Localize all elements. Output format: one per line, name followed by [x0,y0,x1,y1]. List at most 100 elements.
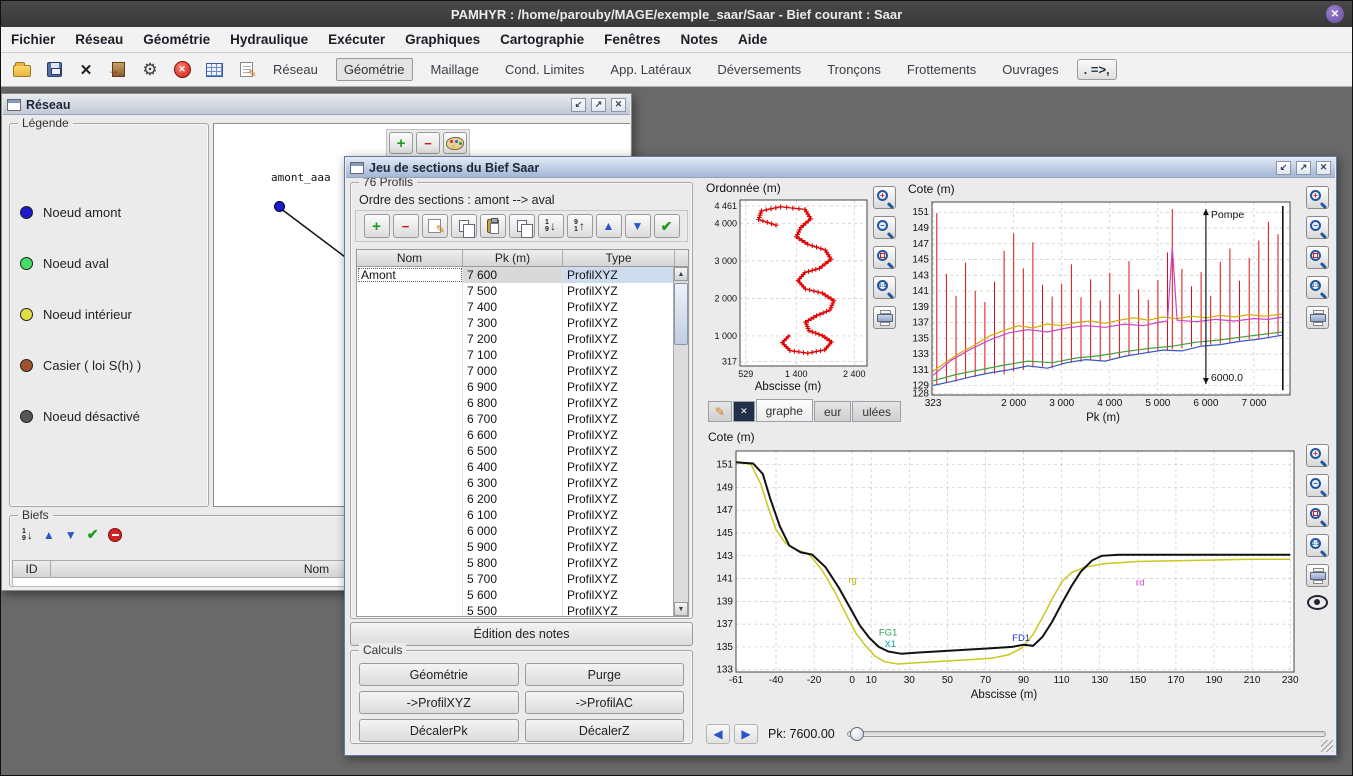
cell-nom[interactable] [357,283,463,299]
results-table-button[interactable] [201,57,227,83]
menu-geometrie[interactable]: Géométrie [143,32,210,47]
menu-fichier[interactable]: Fichier [11,32,55,47]
move-up-button[interactable]: ▲ [596,214,622,238]
cell-pk[interactable]: 6 500 [463,443,563,459]
cell-nom[interactable] [357,507,463,523]
biefs-column-id[interactable]: ID [13,561,51,577]
next-section-button[interactable]: ▶ [734,724,758,744]
cell-pk[interactable]: 7 200 [463,331,563,347]
table-row[interactable]: 6 400ProfilXYZ [357,459,688,475]
sections-restore-button[interactable]: ↙ [1276,161,1291,175]
paste-button[interactable] [480,214,506,238]
edit-profile-button[interactable]: ✎ [422,214,448,238]
table-row[interactable]: 5 500ProfilXYZ [357,603,688,617]
scroll-down-button[interactable]: ▼ [674,602,688,616]
zoom-in-button[interactable]: + [873,186,896,209]
table-row[interactable]: 6 600ProfilXYZ [357,427,688,443]
toolbar-button-geometrie[interactable]: Géométrie [336,58,413,81]
cell-pk[interactable]: 6 400 [463,459,563,475]
cell-pk[interactable]: 5 700 [463,571,563,587]
sections-close-button[interactable]: ✕ [1316,161,1331,175]
tab-ulees[interactable]: ulées [852,401,901,422]
cell-pk[interactable]: 5 900 [463,539,563,555]
table-row[interactable]: 6 100ProfilXYZ [357,507,688,523]
cell-pk[interactable]: 7 500 [463,283,563,299]
table-row[interactable]: 6 500ProfilXYZ [357,443,688,459]
sections-maximize-button[interactable]: ↗ [1296,161,1311,175]
move-down-button[interactable]: ▼ [625,214,651,238]
tab-graphe[interactable]: graphe [756,399,813,422]
close-study-button[interactable]: ✕ [73,57,99,83]
table-row[interactable]: 6 800ProfilXYZ [357,395,688,411]
cell-nom[interactable] [357,363,463,379]
toolbar-button-deversements[interactable]: Déversements [709,58,809,81]
cell-type[interactable]: ProfilXYZ [563,603,675,617]
cell-type[interactable]: ProfilXYZ [563,507,675,523]
zoom-in-button[interactable]: + [1306,186,1329,209]
cell-pk[interactable]: 6 800 [463,395,563,411]
table-row[interactable]: 5 700ProfilXYZ [357,571,688,587]
delete-bief-button[interactable] [108,528,122,542]
scroll-up-button[interactable]: ▲ [674,267,688,281]
save-button[interactable] [41,57,67,83]
cell-pk[interactable]: 6 100 [463,507,563,523]
cell-pk[interactable]: 6 300 [463,475,563,491]
table-row[interactable]: 6 900ProfilXYZ [357,379,688,395]
zoom-out-button[interactable]: − [1306,474,1329,497]
cell-nom[interactable] [357,315,463,331]
pk-slider[interactable] [847,731,1326,737]
table-row[interactable]: 7 400ProfilXYZ [357,299,688,315]
table-scrollbar[interactable]: ▲ ▼ [673,267,688,616]
menu-fenetres[interactable]: Fenêtres [604,32,660,47]
menu-cartographie[interactable]: Cartographie [500,32,584,47]
cell-pk[interactable]: 7 100 [463,347,563,363]
toolbar-button-ouvrages[interactable]: Ouvrages [994,58,1066,81]
cell-type[interactable]: ProfilXYZ [563,459,675,475]
calc-button-decalerpk[interactable]: DécalerPk [359,719,519,742]
copy-button[interactable] [451,214,477,238]
sections-column-type[interactable]: Type [563,250,675,266]
toolbar-overflow-button[interactable]: . =>, [1077,59,1117,80]
print-button[interactable] [1306,306,1329,329]
cell-pk[interactable]: 6 900 [463,379,563,395]
zoom-out-button[interactable]: − [1306,216,1329,239]
table-row[interactable]: 5 600ProfilXYZ [357,587,688,603]
cross-section-chart[interactable]: rgFG1X1FD1rd1511491471451431411391371351… [702,444,1306,688]
menu-graphiques[interactable]: Graphiques [405,32,480,47]
cell-type[interactable]: ProfilXYZ [563,347,675,363]
sort-descending-button[interactable]: 19↓ [538,214,564,238]
cell-pk[interactable]: 7 000 [463,363,563,379]
toolbar-button-troncons[interactable]: Tronçons [819,58,889,81]
cell-nom[interactable] [357,395,463,411]
visibility-toggle-button[interactable] [1306,594,1329,611]
toolbar-button-reseau[interactable]: Réseau [265,58,326,81]
calc-button-geometrie[interactable]: Géométrie [359,663,519,686]
long-profile-chart[interactable]: Pompe6000.015114914714514314113913713513… [902,195,1304,411]
zoom-fit-button[interactable] [1306,246,1329,269]
duplicate-button[interactable] [509,214,535,238]
toolbar-button-maillage[interactable]: Maillage [423,58,487,81]
cell-pk[interactable]: 6 200 [463,491,563,507]
cell-nom[interactable] [357,347,463,363]
cell-nom[interactable] [357,379,463,395]
tab-eur[interactable]: eur [814,401,851,422]
open-button[interactable] [9,57,35,83]
quit-button[interactable] [105,57,131,83]
table-row[interactable]: 6 700ProfilXYZ [357,411,688,427]
edit-view-tab[interactable]: ✎ [708,401,732,422]
cell-type[interactable]: ProfilXYZ [563,363,675,379]
cell-nom[interactable] [357,459,463,475]
table-row[interactable]: Amont7 600ProfilXYZ [357,267,688,283]
cell-pk[interactable]: 7 600 [463,267,563,283]
menu-executer[interactable]: Exécuter [328,32,385,47]
cell-type[interactable]: ProfilXYZ [563,427,675,443]
pk-slider-thumb[interactable] [850,727,864,741]
cell-pk[interactable]: 5 500 [463,603,563,617]
resize-grip[interactable] [1321,740,1333,752]
stop-button[interactable]: ✕ [169,57,195,83]
cell-nom[interactable]: Amont [357,267,463,283]
toolbar-button-frottements[interactable]: Frottements [899,58,984,81]
settings-button[interactable]: ⚙ [137,57,163,83]
table-row[interactable]: 7 300ProfilXYZ [357,315,688,331]
notes-button-icon[interactable]: ✎ [233,57,259,83]
